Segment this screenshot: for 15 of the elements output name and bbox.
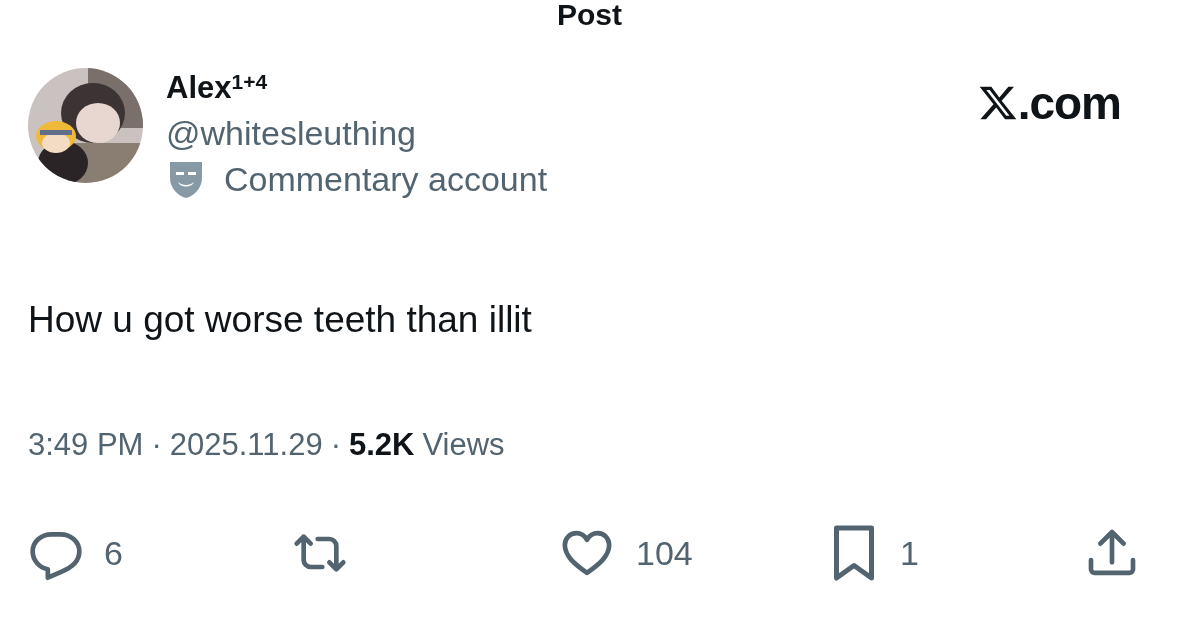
separator-dot: · [151, 427, 162, 463]
views-count: 5.2K [348, 427, 415, 463]
action-count: 6 [104, 533, 123, 573]
author-name[interactable]: Alex$^{1+4}$ [166, 68, 978, 108]
post-time[interactable]: 3:49 PM [28, 427, 144, 463]
views-label: Views [422, 427, 505, 463]
separator-dot: · [330, 427, 341, 463]
action-count: 1 [900, 533, 919, 573]
page-title: Post [557, 0, 622, 30]
post-text: How u got worse teeth than illit [28, 298, 533, 342]
action-count: 104 [636, 533, 693, 573]
brand-text: .com [1017, 76, 1121, 130]
author-handle[interactable]: @whitesleuthing [166, 112, 978, 154]
post-date[interactable]: 2025.11.29 [169, 427, 323, 463]
account-label: Commentary account [224, 159, 548, 200]
